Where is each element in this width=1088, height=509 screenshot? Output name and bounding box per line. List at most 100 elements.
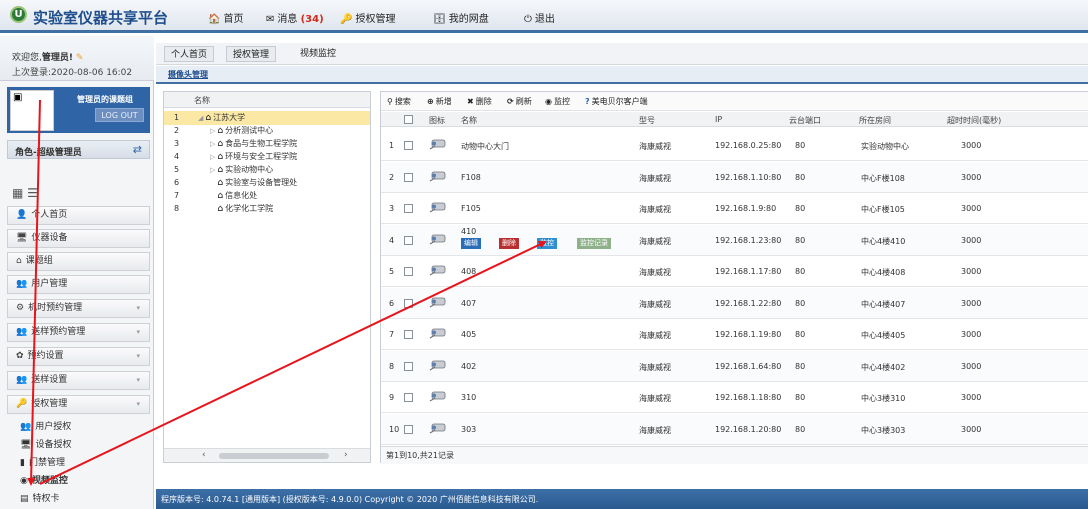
nav-messages[interactable]: ✉ 消息 (34) [266,10,324,25]
menu-groups[interactable]: ⌂ 课题组 [7,252,150,271]
tree-node[interactable]: 2 ▷ ⌂ 分析测试中心 [164,124,370,138]
row-checkbox[interactable] [404,298,413,308]
table-row[interactable]: 5 408 海康威视 192.168.1.17:80 80 中心4楼408 3000 [381,256,1088,287]
role-bar[interactable]: 角色-超级管理员 ⇄ [7,140,150,159]
nav-home[interactable]: 🏠 首页 [208,10,243,25]
switch-role-icon[interactable]: ⇄ [133,143,142,156]
toolbar-add-button[interactable]: ⊕ 新增 [427,96,452,107]
row-checkbox[interactable] [404,330,413,339]
row-action-monitor-eye-button[interactable]: 监控 [537,237,557,249]
cell-room: 中心4楼402 [861,362,906,372]
submenu-device-auth[interactable]: 🖥 设备授权 [20,437,71,453]
toolbar-monitor-eye-button[interactable]: ◉ 监控 [545,96,570,107]
menu-home[interactable]: 👤 个人首页 [7,206,150,225]
table-row[interactable]: 1 动物中心大门 海康威视 192.168.0.25:80 80 实验动物中心 3000 [381,130,1088,161]
row-checkbox[interactable] [404,235,413,245]
table-row[interactable]: 3 F105 海康威视 192.168.1.9:80 80 中心F楼105 3000 [381,193,1088,224]
toolbar-refresh-button[interactable]: ⟳ 刷新 [507,96,532,107]
user-icon: 👤 [16,210,28,220]
row-checkbox[interactable] [404,393,413,402]
tree-node[interactable]: 4 ▷ ⌂ 环境与安全工程学院 [164,150,370,164]
menu-sample[interactable]: 👥 送样预约管理 ▾ [7,323,150,342]
settings-icon: ✿ [16,351,24,361]
toolbar-delete-button[interactable]: ✖ 删除 [467,96,492,107]
tree-node[interactable]: 3 ▷ ⌂ 食品与生物工程学院 [164,137,370,151]
cell-ip: 192.168.1.17:80 [715,267,782,276]
caret-down-icon[interactable]: ◢ [198,114,203,122]
cell-timeout: 3000 [961,172,982,182]
tree-node[interactable]: 5 ▷ ⌂ 实验动物中心 [164,163,370,177]
select-all-checkbox[interactable] [404,115,413,124]
nav-authorize[interactable]: 🔑 授权管理 [340,10,395,25]
tree-node[interactable]: 1 ◢ ⌂ 江苏大学 [164,111,370,125]
scroll-right-icon[interactable]: › [344,450,348,460]
tree-row-number: 6 [174,178,180,187]
breadcrumb-authorize[interactable]: 授权管理 [226,46,277,62]
cell-model: 海康威视 [639,425,671,435]
camera-icon [429,391,446,402]
row-action-trash-button[interactable]: 删除 [499,237,519,249]
row-action-log-button[interactable]: 监控记录 [577,237,611,249]
cell-ip: 192.168.1.9:80 [715,204,777,213]
row-action-edit-button[interactable]: 编辑 [461,237,481,249]
cell-timeout: 3000 [961,141,982,150]
delete-icon: ✖ [467,97,474,106]
tab-camera-management[interactable]: 摄像头管理 [168,69,208,80]
cell-ip: 192.168.1.20:80 [715,424,782,434]
monitor-icon: 🖥 [16,233,28,243]
row-checkbox[interactable] [404,424,413,434]
nav-logout[interactable]: ⏻ 退出 [524,10,555,25]
pager: 第1到10,共21记录 [381,446,1088,464]
camera-icon [429,139,446,150]
menu-booking-settings[interactable]: ✿ 预约设置 ▾ [7,347,150,366]
menu-authorize[interactable]: 🔑 授权管理 ▾ [7,395,150,414]
scroll-thumb[interactable] [219,453,329,459]
caret-right-icon[interactable]: ▷ [210,140,215,148]
caret-right-icon[interactable]: ▷ [210,166,215,174]
table-row[interactable]: 2 F108 海康威视 192.168.1.10:80 80 中心F楼108 3000 [381,161,1088,193]
nav-disk[interactable]: 🗄 我的网盘 [433,10,489,25]
toolbar-help-button[interactable]: ? 美电贝尔客户端 [585,96,648,107]
table-row[interactable]: 10 303 海康威视 192.168.1.20:80 80 中心3楼303 3000 [381,413,1088,445]
tree-node[interactable]: 8▷⌂化学化工学院 [164,202,370,216]
caret-right-icon[interactable]: ▷ [210,153,215,161]
submenu-card[interactable]: ▤ 特权卡 [20,491,60,507]
toolbar-search-button[interactable]: ⚲ 搜索 [387,96,411,107]
submenu-user-auth[interactable]: 👥 用户授权 [20,419,71,435]
row-checkbox[interactable] [404,141,413,150]
logout-button[interactable]: LOG OUT [95,108,144,122]
view-toggle-icons[interactable]: ▦ ☰ [12,186,38,200]
row-checkbox[interactable] [404,204,413,213]
tree-node-label: 化学化工学院 [225,204,274,213]
home-icon: 🏠 [208,14,221,25]
table-row[interactable]: 6 407 海康威视 192.168.1.22:80 80 中心4楼407 3000 [381,287,1088,319]
pencil-icon[interactable]: ✎ [76,53,84,63]
submenu-video[interactable]: ◉ 视频监控 [20,473,68,489]
tree-scrollbar[interactable]: ‹ › [164,448,370,462]
submenu-door[interactable]: ▮ 门禁管理 [20,455,65,471]
table-row[interactable]: 8 402 海康威视 192.168.1.64:80 80 中心4楼402 3000 [381,350,1088,382]
breadcrumb-home[interactable]: 个人首页 [164,46,215,62]
cell-name: F105 [461,204,481,213]
table-row[interactable]: 4 410 海康威视 192.168.1.23:80 80 中心4楼410 3000 编辑 删除… [381,224,1088,256]
menu-schedule[interactable]: ⚙ 机时预约管理 ▾ [7,299,150,318]
cell-model: 海康威视 [639,236,671,246]
row-checkbox[interactable] [404,361,413,371]
cell-name: 407 [461,298,477,308]
tree-node[interactable]: 7▷⌂信息化处 [164,189,370,203]
table-row[interactable]: 7 405 海康威视 192.168.1.19:80 80 中心4楼405 3000 [381,319,1088,350]
menu-sample-settings[interactable]: 👥 送样设置 ▾ [7,371,150,390]
caret-right-icon[interactable]: ▷ [210,127,215,135]
table-row[interactable]: 9 310 海康威视 192.168.1.18:80 80 中心3楼310 3000 [381,382,1088,413]
cell-name: 410 [461,226,477,236]
tree-node[interactable]: 6▷⌂实验室与设备管理处 [164,176,370,190]
avatar: ▣ [10,90,54,131]
menu-users[interactable]: 👥 用户管理 [7,275,150,294]
row-checkbox[interactable] [404,267,413,276]
org-node-icon: ⌂ [217,178,224,188]
menu-instruments[interactable]: 🖥 仪器设备 [7,229,150,248]
row-checkbox[interactable] [404,172,413,182]
scroll-left-icon[interactable]: ‹ [202,450,206,460]
cell-timeout: 3000 [961,235,982,245]
cell-timeout: 3000 [961,361,982,371]
